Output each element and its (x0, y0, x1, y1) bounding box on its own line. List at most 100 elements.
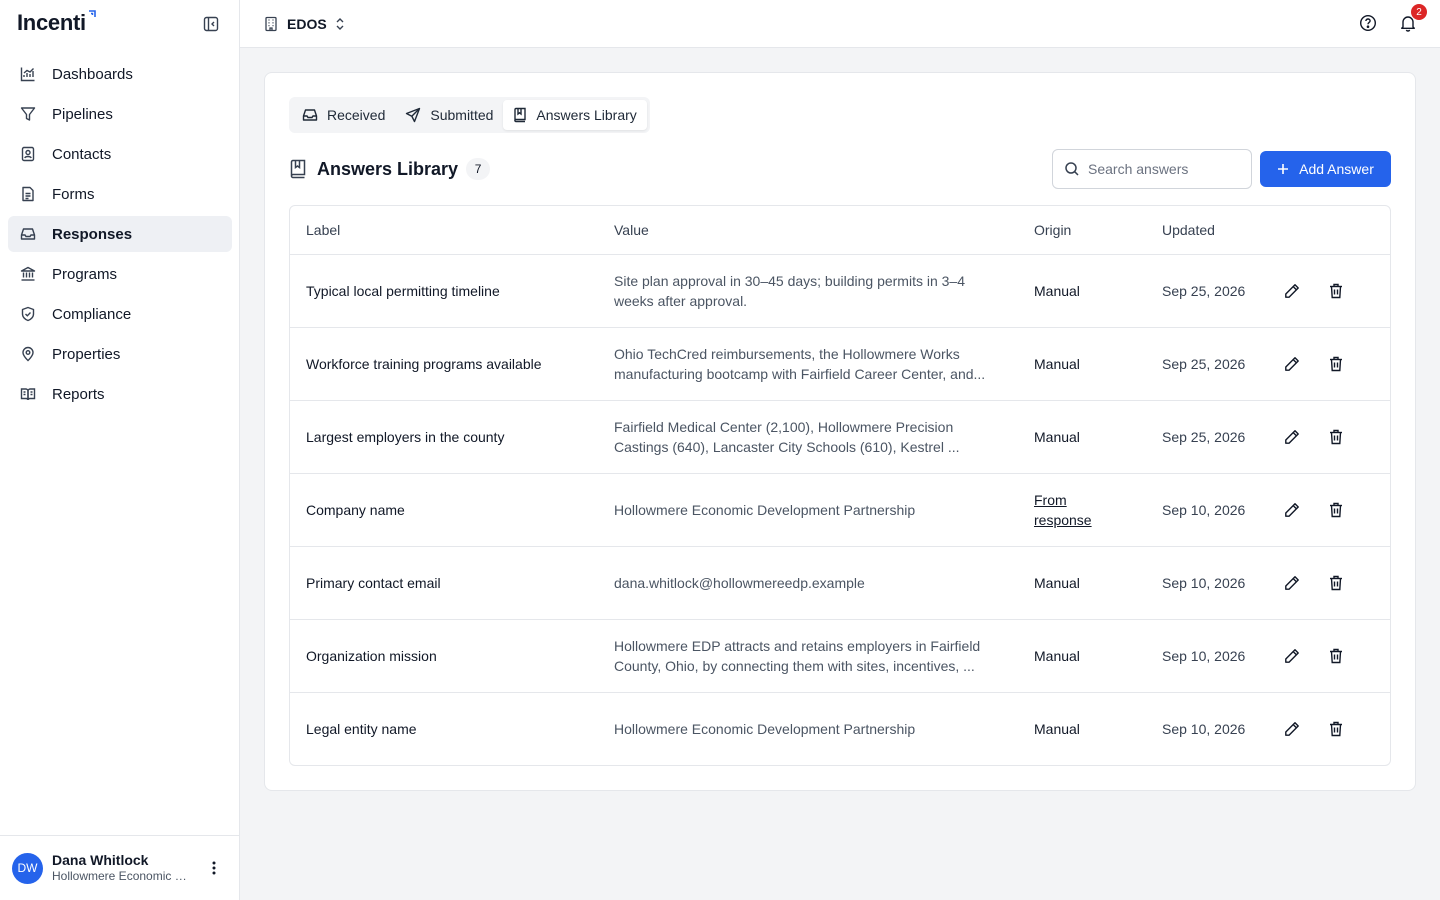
brand-arrow-icon (88, 10, 96, 17)
edit-button[interactable] (1276, 275, 1308, 307)
pencil-icon (1285, 575, 1299, 590)
add-answer-label: Add Answer (1299, 161, 1374, 177)
row-updated: Sep 25, 2026 (1146, 254, 1276, 328)
row-updated: Sep 10, 2026 (1146, 546, 1276, 620)
row-actions (1276, 473, 1390, 547)
column-header-origin[interactable]: Origin (1018, 206, 1146, 255)
table-row[interactable]: Legal entity name Hollowmere Economic De… (290, 692, 1390, 765)
shield-check-icon (20, 306, 36, 322)
row-actions (1276, 692, 1390, 765)
column-header-label[interactable]: Label (290, 206, 598, 255)
delete-button[interactable] (1320, 640, 1352, 672)
sidebar-item-label: Reports (52, 385, 105, 403)
row-value: Hollowmere EDP attracts and retains empl… (614, 637, 981, 674)
search-box[interactable] (1052, 149, 1252, 189)
sidebar-item-responses[interactable]: Responses (8, 216, 232, 252)
row-origin: Manual (1018, 327, 1146, 401)
more-vertical-icon (212, 861, 216, 875)
row-value-cell: Hollowmere Economic Development Partners… (598, 473, 1018, 547)
filter-icon (20, 106, 36, 122)
user-menu-button[interactable] (204, 858, 224, 878)
row-actions (1276, 546, 1390, 620)
table-row[interactable]: Primary contact email dana.whitlock@holl… (290, 546, 1390, 620)
pencil-icon (1285, 721, 1299, 736)
table-row[interactable]: Largest employers in the county Fairfiel… (290, 400, 1390, 474)
user-org: Hollowmere Economic Development Partners… (52, 869, 194, 883)
tab-answers-library[interactable]: Answers Library (503, 100, 647, 130)
column-header-value[interactable]: Value (598, 206, 1018, 255)
sidebar-item-forms[interactable]: Forms (8, 176, 232, 212)
row-origin: Manual (1018, 546, 1146, 620)
sidebar-item-label: Dashboards (52, 65, 133, 83)
table-row[interactable]: Organization mission Hollowmere EDP attr… (290, 619, 1390, 693)
map-pin-icon (20, 346, 36, 362)
row-label: Organization mission (290, 619, 598, 693)
sidebar-item-dashboards[interactable]: Dashboards (8, 56, 232, 92)
sidebar-item-reports[interactable]: Reports (8, 376, 232, 412)
pencil-icon (1285, 283, 1299, 298)
row-actions (1276, 619, 1390, 693)
edit-button[interactable] (1276, 494, 1308, 526)
delete-button[interactable] (1320, 713, 1352, 745)
table-row[interactable]: Typical local permitting timeline Site p… (290, 254, 1390, 328)
edit-button[interactable] (1276, 567, 1308, 599)
sidebar-item-label: Responses (52, 225, 133, 243)
send-icon (405, 107, 421, 123)
trash-icon (1330, 356, 1342, 371)
origin-link[interactable]: From response (1034, 492, 1092, 528)
row-value-cell: dana.whitlock@hollowmereedp.example (598, 546, 1018, 620)
table-row[interactable]: Company name Hollowmere Economic Develop… (290, 473, 1390, 547)
plus-icon (1277, 163, 1289, 175)
row-actions (1276, 254, 1390, 328)
notification-badge: 2 (1411, 4, 1427, 20)
sidebar-item-label: Properties (52, 345, 121, 363)
row-value-cell: Fairfield Medical Center (2,100), Hollow… (598, 400, 1018, 474)
edit-button[interactable] (1276, 713, 1308, 745)
trash-icon (1330, 648, 1342, 663)
row-origin: Manual (1018, 254, 1146, 328)
column-header-actions (1276, 206, 1390, 255)
section-header: Answers Library 7 (289, 157, 491, 181)
delete-button[interactable] (1320, 567, 1352, 599)
delete-button[interactable] (1320, 421, 1352, 453)
delete-button[interactable] (1320, 348, 1352, 380)
sidebar-item-label: Forms (52, 185, 95, 203)
building-icon (265, 16, 277, 32)
sidebar-item-pipelines[interactable]: Pipelines (8, 96, 232, 132)
column-header-updated[interactable]: Updated (1146, 206, 1276, 255)
sidebar-item-contacts[interactable]: Contacts (8, 136, 232, 172)
search-input[interactable] (1088, 161, 1248, 177)
user-profile[interactable]: DW Dana Whitlock Hollowmere Economic Dev… (0, 835, 240, 900)
add-answer-button[interactable]: Add Answer (1260, 151, 1391, 187)
tab-submitted[interactable]: Submitted (395, 100, 503, 130)
row-updated: Sep 10, 2026 (1146, 619, 1276, 693)
delete-button[interactable] (1320, 494, 1352, 526)
org-name: EDOS (287, 16, 327, 32)
tab-label: Received (327, 107, 386, 123)
delete-button[interactable] (1320, 275, 1352, 307)
sidebar-item-label: Contacts (52, 145, 112, 163)
trash-icon (1330, 429, 1342, 444)
row-value-cell: Hollowmere EDP attracts and retains empl… (598, 619, 1018, 693)
tab-received[interactable]: Received (292, 100, 395, 130)
chevrons-up-down-icon (336, 18, 344, 30)
row-label: Largest employers in the county (290, 400, 598, 474)
brand-logo[interactable]: Incenti (17, 10, 97, 38)
document-icon (20, 186, 36, 202)
user-name: Dana Whitlock (52, 852, 149, 868)
sidebar-collapse-button[interactable] (201, 14, 221, 34)
row-origin: Manual (1018, 400, 1146, 474)
org-switcher[interactable]: EDOS (264, 12, 345, 36)
edit-button[interactable] (1276, 640, 1308, 672)
edit-button[interactable] (1276, 421, 1308, 453)
help-button[interactable] (1359, 14, 1379, 34)
sidebar-item-compliance[interactable]: Compliance (8, 296, 232, 332)
row-updated: Sep 10, 2026 (1146, 473, 1276, 547)
trash-icon (1330, 575, 1342, 590)
edit-button[interactable] (1276, 348, 1308, 380)
search-icon (1065, 162, 1079, 176)
sidebar-item-label: Pipelines (52, 105, 113, 123)
table-row[interactable]: Workforce training programs available Oh… (290, 327, 1390, 401)
sidebar-item-programs[interactable]: Programs (8, 256, 232, 292)
sidebar-item-properties[interactable]: Properties (8, 336, 232, 372)
